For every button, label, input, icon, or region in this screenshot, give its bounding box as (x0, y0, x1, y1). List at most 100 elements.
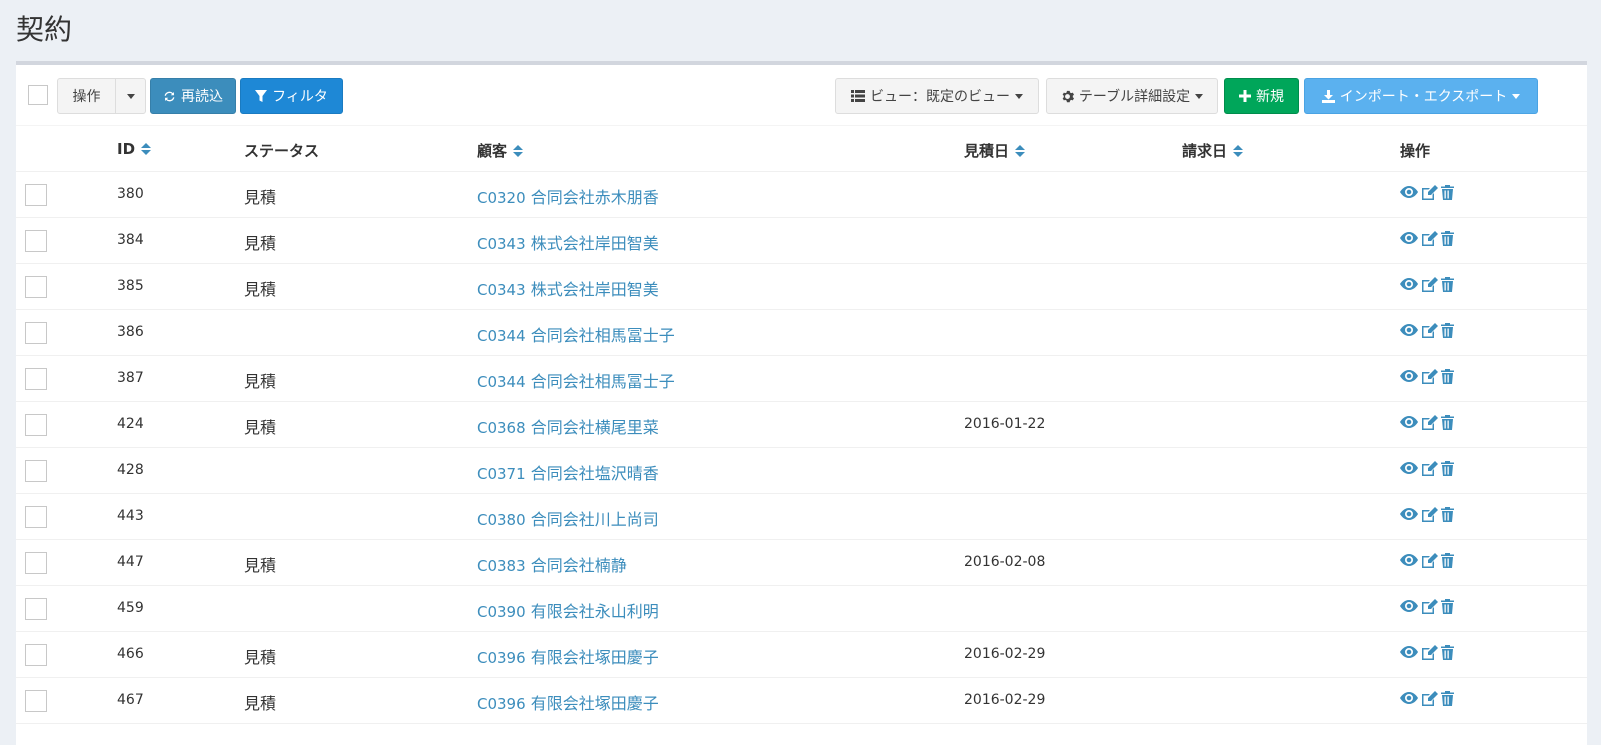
trash-icon[interactable] (1441, 461, 1454, 476)
customer-name: 有限会社塚田慶子 (530, 694, 659, 713)
row-checkbox[interactable] (25, 322, 47, 344)
row-customer-link[interactable]: C0371 合同会社塩沢晴香 (477, 460, 659, 484)
row-customer-link[interactable]: C0343 株式会社岸田智美 (477, 276, 659, 300)
row-customer-link[interactable]: C0390 有限会社永山利明 (477, 598, 659, 622)
customer-name: 合同会社相馬冨士子 (530, 372, 675, 391)
row-customer-link[interactable]: C0344 合同会社相馬冨士子 (477, 368, 675, 392)
row-checkbox[interactable] (25, 644, 47, 666)
column-header-quote-date[interactable]: 見積日 (964, 140, 1026, 161)
new-button-label: 新規 (1256, 89, 1284, 105)
edit-icon[interactable] (1421, 277, 1438, 292)
row-customer-link[interactable]: C0380 合同会社川上尚司 (477, 506, 659, 530)
edit-icon[interactable] (1421, 645, 1438, 660)
eye-icon[interactable] (1400, 185, 1418, 199)
sort-icon[interactable] (513, 144, 524, 157)
edit-icon[interactable] (1421, 323, 1438, 338)
row-actions (1400, 691, 1454, 706)
trash-icon[interactable] (1441, 507, 1454, 522)
trash-icon[interactable] (1441, 277, 1454, 292)
sort-icon[interactable] (141, 143, 152, 155)
row-checkbox[interactable] (25, 230, 47, 252)
eye-icon[interactable] (1400, 415, 1418, 429)
row-checkbox[interactable] (25, 552, 47, 574)
sort-icon[interactable] (1233, 144, 1244, 157)
edit-icon[interactable] (1421, 415, 1438, 430)
table-row: 386 C0344 合同会社相馬冨士子 (16, 310, 1587, 356)
column-id-label: ID (117, 140, 136, 158)
row-id: 467 (117, 692, 144, 708)
row-customer-link[interactable]: C0343 株式会社岸田智美 (477, 230, 659, 254)
row-checkbox[interactable] (25, 276, 47, 298)
row-customer-link[interactable]: C0383 合同会社楠静 (477, 552, 627, 576)
trash-icon[interactable] (1441, 553, 1454, 568)
customer-name: 有限会社塚田慶子 (530, 648, 659, 667)
trash-icon[interactable] (1441, 691, 1454, 706)
edit-icon[interactable] (1421, 553, 1438, 568)
row-checkbox[interactable] (25, 506, 47, 528)
trash-icon[interactable] (1441, 599, 1454, 614)
edit-icon[interactable] (1421, 231, 1438, 246)
eye-icon[interactable] (1400, 507, 1418, 521)
row-status: 見積 (244, 556, 277, 575)
eye-icon[interactable] (1400, 461, 1418, 475)
new-button[interactable]: 新規 (1224, 78, 1299, 114)
edit-icon[interactable] (1421, 369, 1438, 384)
reload-button[interactable]: 再読込 (150, 78, 236, 114)
eye-icon[interactable] (1400, 323, 1418, 337)
row-actions (1400, 323, 1454, 338)
row-customer-link[interactable]: C0320 合同会社赤木朋香 (477, 184, 659, 208)
row-status: 見積 (244, 234, 277, 253)
trash-icon[interactable] (1441, 645, 1454, 660)
trash-icon[interactable] (1441, 415, 1454, 430)
filter-button[interactable]: フィルタ (240, 78, 343, 114)
trash-icon[interactable] (1441, 185, 1454, 200)
edit-icon[interactable] (1421, 185, 1438, 200)
eye-icon[interactable] (1400, 369, 1418, 383)
customer-code: C0380 (477, 511, 526, 529)
column-header-bill-date[interactable]: 請求日 (1182, 140, 1244, 161)
row-status: 見積 (244, 694, 277, 713)
filter-icon (255, 89, 268, 102)
row-customer-link[interactable]: C0344 合同会社相馬冨士子 (477, 322, 675, 346)
row-id: 385 (117, 278, 144, 294)
action-dropdown-toggle[interactable] (115, 78, 146, 114)
row-id: 380 (117, 186, 144, 202)
eye-icon[interactable] (1400, 691, 1418, 705)
column-actions-label: 操作 (1400, 142, 1431, 160)
trash-icon[interactable] (1441, 231, 1454, 246)
row-checkbox[interactable] (25, 690, 47, 712)
edit-icon[interactable] (1421, 691, 1438, 706)
column-header-id[interactable]: ID (117, 140, 152, 158)
eye-icon[interactable] (1400, 599, 1418, 613)
eye-icon[interactable] (1400, 645, 1418, 659)
import-export-button[interactable]: インポート・エクスポート (1304, 78, 1538, 114)
column-bill-date-label: 請求日 (1182, 142, 1228, 160)
view-selector-button[interactable]: ビュー：既定のビュー (835, 78, 1039, 114)
trash-icon[interactable] (1441, 369, 1454, 384)
action-button[interactable]: 操作 (57, 78, 116, 114)
eye-icon[interactable] (1400, 553, 1418, 567)
row-status: 見積 (244, 418, 277, 437)
row-actions (1400, 277, 1454, 292)
row-customer-link[interactable]: C0368 合同会社横尾里菜 (477, 414, 659, 438)
customer-name: 株式会社岸田智美 (530, 280, 659, 299)
eye-icon[interactable] (1400, 231, 1418, 245)
column-header-customer[interactable]: 顧客 (477, 140, 524, 161)
row-checkbox[interactable] (25, 368, 47, 390)
eye-icon[interactable] (1400, 277, 1418, 291)
row-checkbox[interactable] (25, 460, 47, 482)
select-all-checkbox[interactable] (28, 85, 48, 105)
row-customer-link[interactable]: C0396 有限会社塚田慶子 (477, 644, 659, 668)
row-checkbox[interactable] (25, 414, 47, 436)
table-settings-button[interactable]: テーブル詳細設定 (1046, 78, 1218, 114)
edit-icon[interactable] (1421, 461, 1438, 476)
row-checkbox[interactable] (25, 184, 47, 206)
trash-icon[interactable] (1441, 323, 1454, 338)
table-row: 443 C0380 合同会社川上尚司 (16, 494, 1587, 540)
column-header-status: ステータス (244, 140, 319, 161)
row-customer-link[interactable]: C0396 有限会社塚田慶子 (477, 690, 659, 714)
row-checkbox[interactable] (25, 598, 47, 620)
edit-icon[interactable] (1421, 599, 1438, 614)
edit-icon[interactable] (1421, 507, 1438, 522)
sort-icon[interactable] (1015, 144, 1026, 157)
